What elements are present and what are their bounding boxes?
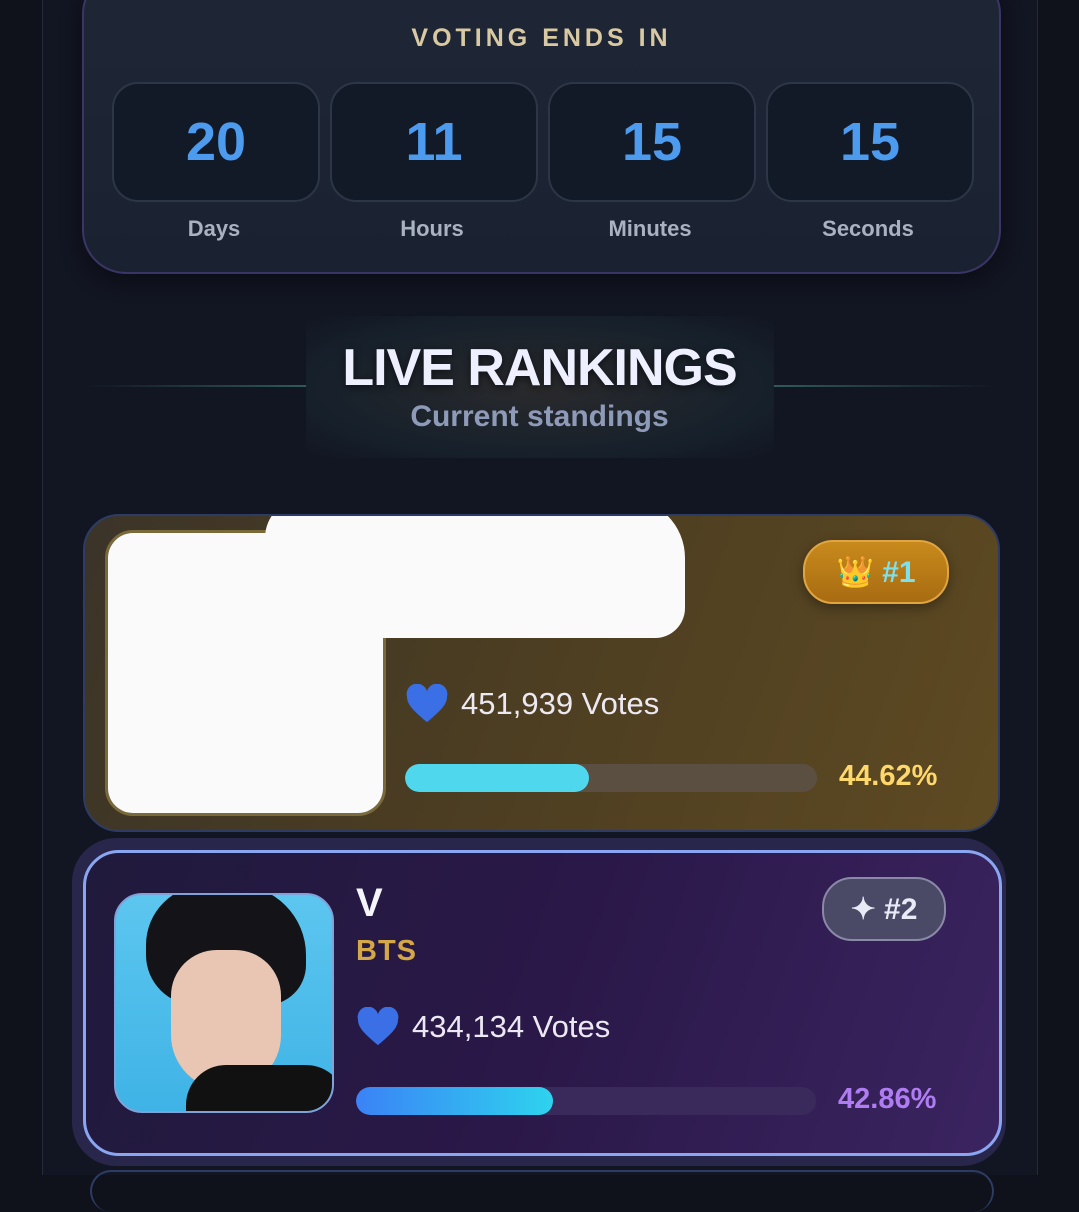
ranking-card-2[interactable]: V BTS ✦ #2 434,134 Votes 42.86% (83, 850, 1002, 1156)
countdown-days-label: Days (187, 216, 241, 241)
countdown-minutes-value: 15 (548, 82, 756, 202)
artist-group: BTS (356, 935, 417, 967)
vote-count: 434,134 Votes (356, 1007, 610, 1047)
page-title: LIVE RANKINGS (342, 339, 737, 397)
vote-count-text: 434,134 Votes (412, 1009, 611, 1044)
avatar (114, 893, 334, 1113)
countdown-hours: 11 Hours (330, 82, 538, 242)
rank-badge: 👑 #1 (803, 540, 949, 604)
countdown-days-value: 20 (112, 82, 320, 202)
ranking-card-3-partial[interactable] (90, 1170, 994, 1212)
ranking-card-1[interactable]: 👑 #1 451,939 Votes 44.62% (83, 514, 1000, 832)
redaction-scribble (265, 516, 685, 638)
countdown-minutes: 15 Minutes (548, 82, 756, 242)
voting-countdown-panel: VOTING ENDS IN 20 Days 11 Hours 15 Minut… (82, 0, 1001, 274)
vote-progress-fill (356, 1087, 554, 1115)
countdown-hours-value: 11 (330, 82, 538, 202)
countdown-title: VOTING ENDS IN (411, 24, 672, 52)
artist-name: V (356, 881, 383, 925)
countdown-minutes-label: Minutes (608, 216, 692, 241)
countdown-hours-label: Hours (400, 216, 464, 241)
heart-icon (406, 684, 448, 723)
countdown-seconds: 15 Seconds (766, 82, 974, 242)
vote-count: 451,939 Votes (405, 684, 659, 724)
rank-badge: ✦ #2 (822, 877, 946, 941)
countdown-days: 20 Days (112, 82, 320, 242)
countdown-seconds-label: Seconds (822, 216, 914, 241)
heart-icon (357, 1007, 399, 1046)
vote-percentage: 42.86% (838, 1083, 937, 1115)
vote-progress-bar (405, 764, 817, 792)
countdown-seconds-value: 15 (766, 82, 974, 202)
vote-progress-bar (356, 1087, 816, 1115)
vote-count-text: 451,939 Votes (461, 686, 660, 721)
vote-percentage: 44.62% (839, 760, 938, 792)
vote-progress-fill (405, 764, 589, 792)
page-subtitle: Current standings (410, 400, 669, 433)
